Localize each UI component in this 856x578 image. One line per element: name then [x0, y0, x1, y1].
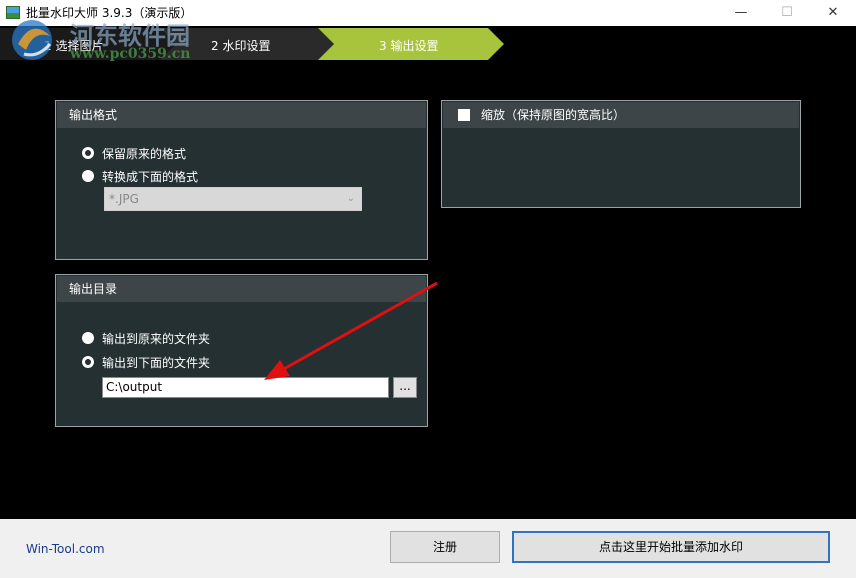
- format-select[interactable]: *.JPG ⌄: [104, 187, 362, 211]
- output-format-panel: 输出格式 保留原来的格式 转换成下面的格式 *.JPG ⌄: [55, 100, 428, 260]
- maximize-button[interactable]: ☐: [764, 0, 810, 26]
- resize-label: 缩放（保持原图的宽高比）: [481, 108, 626, 122]
- step-1-tab[interactable]: 1 选择图片: [44, 37, 103, 54]
- minimize-button[interactable]: —: [718, 0, 764, 26]
- resize-panel: 缩放（保持原图的宽高比）: [441, 100, 801, 208]
- output-format-header: 输出格式: [57, 102, 426, 128]
- title-bar: 批量水印大师 3.9.3（演示版） — ☐ ✕: [0, 0, 856, 26]
- resize-header: 缩放（保持原图的宽高比）: [443, 102, 799, 128]
- radio-button[interactable]: [82, 147, 94, 159]
- output-dir-panel: 输出目录 输出到原来的文件夹 输出到下面的文件夹 C:\output ...: [55, 274, 428, 427]
- step-3-tab[interactable]: 3 输出设置: [379, 37, 438, 54]
- radio-label: 输出到下面的文件夹: [102, 356, 211, 370]
- browse-button[interactable]: ...: [393, 377, 417, 398]
- step-2-tab[interactable]: 2 水印设置: [211, 37, 270, 54]
- chevron-down-icon: ⌄: [346, 193, 355, 204]
- register-button[interactable]: 注册: [390, 531, 500, 563]
- window-title: 批量水印大师 3.9.3（演示版）: [26, 6, 193, 20]
- radio-label: 转换成下面的格式: [102, 170, 199, 184]
- radio-button[interactable]: [82, 356, 94, 368]
- radio-button[interactable]: [82, 170, 94, 182]
- brand-link[interactable]: Win-Tool.com: [26, 542, 105, 556]
- radio-button[interactable]: [82, 332, 94, 344]
- app-icon: [6, 6, 20, 19]
- output-path-input[interactable]: C:\output: [102, 377, 389, 398]
- output-dir-header: 输出目录: [57, 276, 426, 302]
- radio-label: 输出到原来的文件夹: [102, 332, 211, 346]
- radio-label: 保留原来的格式: [102, 147, 187, 161]
- start-watermark-button[interactable]: 点击这里开始批量添加水印: [512, 531, 830, 563]
- close-button[interactable]: ✕: [810, 0, 856, 26]
- format-select-value: *.JPG: [109, 192, 139, 206]
- step-navigation: 1 选择图片 2 水印设置 3 输出设置: [0, 26, 856, 62]
- resize-checkbox[interactable]: [458, 109, 470, 121]
- footer-bar: Win-Tool.com 注册 点击这里开始批量添加水印: [0, 519, 856, 578]
